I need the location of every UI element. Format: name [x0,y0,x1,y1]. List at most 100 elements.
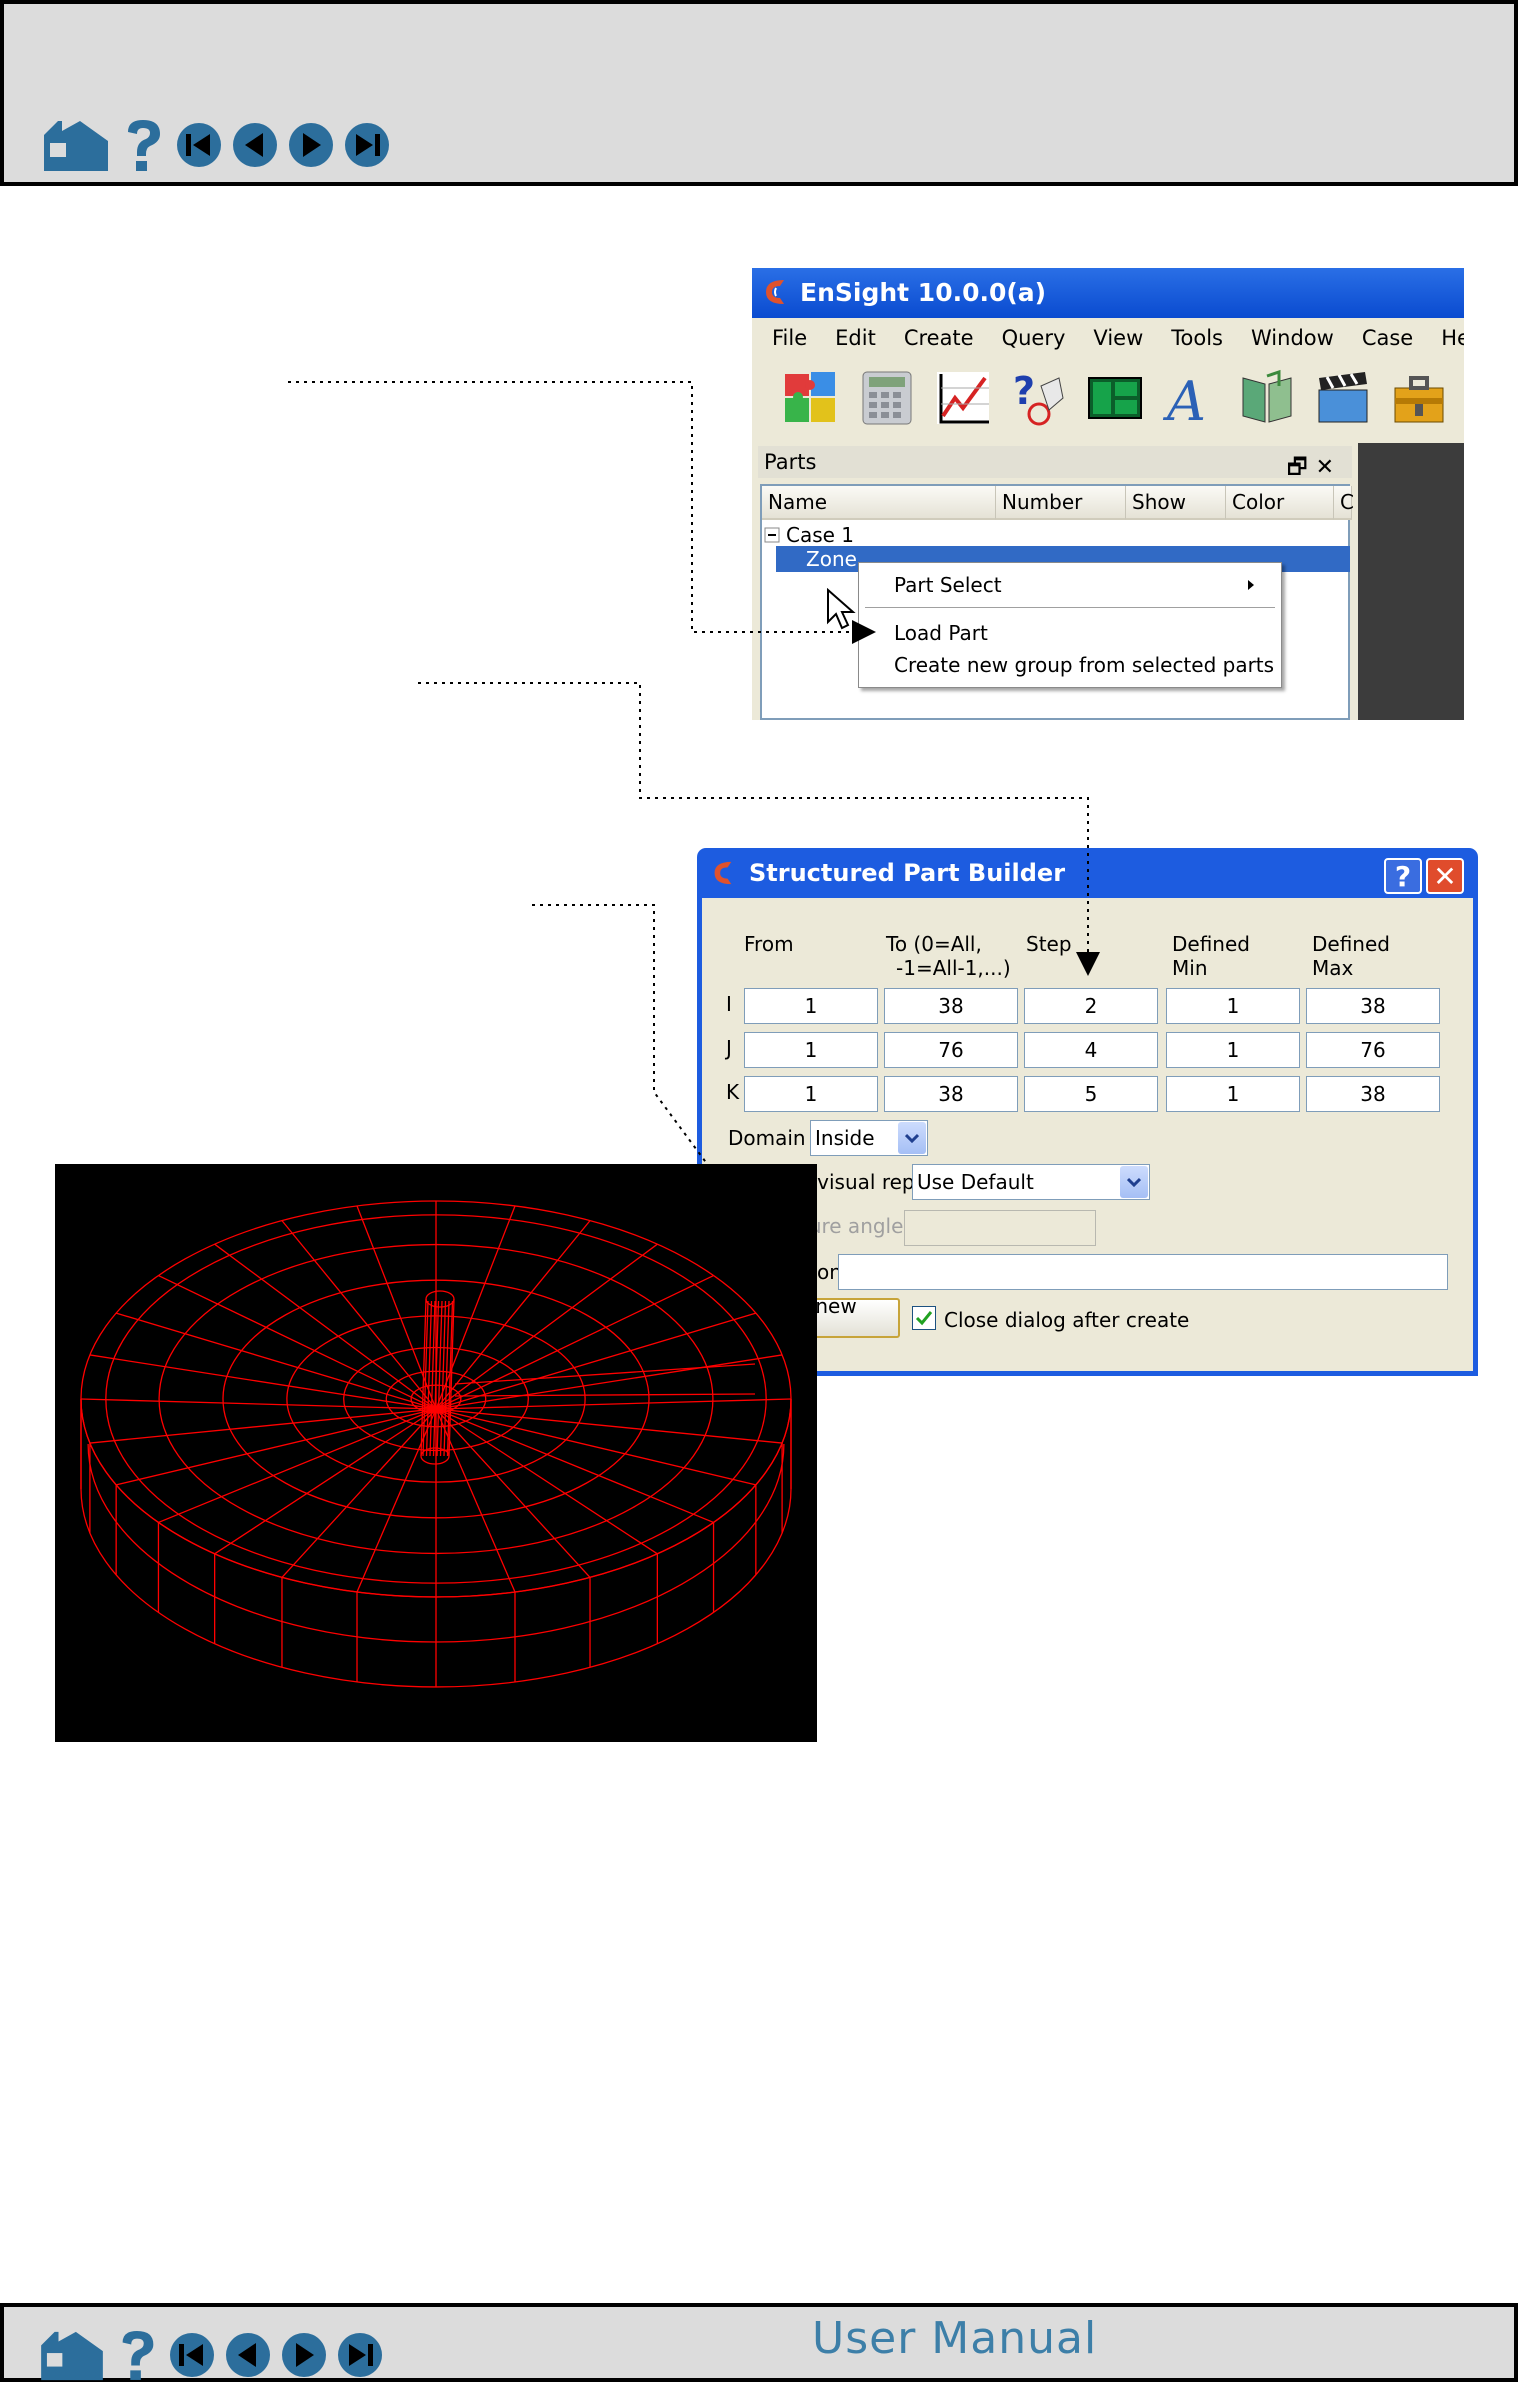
help-button[interactable]: ? [1384,858,1422,894]
i-max-field[interactable]: 38 [1306,988,1440,1024]
header-from: From [744,932,794,956]
i-step-field[interactable]: 2 [1024,988,1158,1024]
parts-panel-controls: 🗗✕ [1287,450,1342,488]
column-c[interactable]: C [1334,486,1354,520]
menu-item-part-select[interactable]: Part Select [894,573,1002,597]
bottom-nav-bar: User Manual [0,2303,1518,2382]
j-to-field[interactable]: 76 [884,1032,1018,1068]
menu-edit[interactable]: Edit [835,326,876,350]
graphics-viewport[interactable] [1358,443,1464,720]
column-number[interactable]: Number [996,486,1126,520]
k-min-field[interactable]: 1 [1166,1076,1300,1112]
book-icon[interactable] [1236,367,1298,429]
top-nav-bar [0,0,1518,186]
last-page-icon[interactable] [335,2330,385,2380]
header-min-line2: Min [1172,956,1208,980]
previous-page-icon[interactable] [223,2330,273,2380]
visual-rep-select[interactable]: Use Default [912,1164,1150,1200]
tree-case-row[interactable]: Case 1 [764,522,854,548]
close-button[interactable]: ✕ [1426,858,1464,894]
plot-icon[interactable] [932,367,994,429]
wireframe-model-image [55,1164,817,1742]
query-icon[interactable]: ? [1008,367,1070,429]
column-name[interactable]: Name [762,486,996,520]
column-number-label: Number [1002,490,1083,514]
k-from-field[interactable]: 1 [744,1076,878,1112]
clapper-icon[interactable] [1312,367,1374,429]
menu-case[interactable]: Case [1362,326,1413,350]
spb-title-bar: Structured Part Builder [709,858,1065,888]
first-page-icon[interactable] [174,120,224,170]
k-step-field[interactable]: 5 [1024,1076,1158,1112]
j-from-field[interactable]: 1 [744,1032,878,1068]
menu-window[interactable]: Window [1251,326,1334,350]
menu-view[interactable]: View [1093,326,1143,350]
i-min-field[interactable]: 1 [1166,988,1300,1024]
column-c-label: C [1340,490,1354,514]
undock-icon[interactable]: 🗗 [1287,455,1316,480]
home-icon[interactable] [37,2328,107,2382]
spb-body: From To (0=All, -1=All-1,...) Step Defin… [702,898,1473,1371]
k-to-field[interactable]: 38 [884,1076,1018,1112]
menu-item-load-part[interactable]: Load Part [894,621,988,645]
parts-panel-header: Parts 🗗✕ [758,446,1352,480]
parts-icon[interactable] [780,367,842,429]
next-page-icon[interactable] [279,2330,329,2380]
help-icon[interactable] [113,2327,161,2383]
viewports-icon[interactable] [1084,367,1146,429]
column-show-label: Show [1132,490,1186,514]
column-name-label: Name [768,490,828,514]
k-max-field[interactable]: 38 [1306,1076,1440,1112]
row-label-k: K [726,1080,740,1104]
collapse-icon[interactable] [764,527,780,543]
header-step: Step [1026,932,1072,956]
menu-tools[interactable]: Tools [1171,326,1223,350]
row-label-i: I [726,992,732,1016]
chevron-down-icon[interactable] [898,1122,926,1154]
i-from-field[interactable]: 1 [744,988,878,1024]
last-page-icon[interactable] [342,120,392,170]
close-icon[interactable]: ✕ [1316,455,1342,480]
svg-text:A: A [1162,370,1206,428]
first-page-icon[interactable] [167,2330,217,2380]
parts-panel-title: Parts [764,450,817,474]
column-color-label: Color [1232,490,1285,514]
menu-file[interactable]: File [772,326,807,350]
domain-select[interactable]: Inside [810,1120,928,1156]
context-menu: Part Select Load Part Create new group f… [858,562,1282,688]
domain-value: Inside [815,1126,875,1150]
top-nav-icons [40,116,392,174]
feature-angle-field [904,1210,1096,1246]
wireframe-disk [80,1200,792,1688]
column-color[interactable]: Color [1226,486,1334,520]
menu-query[interactable]: Query [1002,326,1066,350]
row-label-j: J [726,1036,732,1060]
close-dialog-label: Close dialog after create [944,1308,1190,1332]
ensight-logo-icon [714,861,732,885]
annotation-icon[interactable]: A [1160,367,1222,429]
j-step-field[interactable]: 4 [1024,1032,1158,1068]
chevron-down-icon[interactable] [1120,1166,1148,1198]
previous-page-icon[interactable] [230,120,280,170]
help-icon[interactable] [118,116,168,174]
menu-item-create-group[interactable]: Create new group from selected parts [894,653,1274,677]
menu-separator [865,607,1275,608]
column-show[interactable]: Show [1126,486,1226,520]
main-toolbar: ? A [752,358,1464,438]
header-max-line1: Defined [1312,932,1390,956]
close-dialog-checkbox[interactable] [912,1306,936,1330]
menu-create[interactable]: Create [904,326,974,350]
j-min-field[interactable]: 1 [1166,1032,1300,1068]
header-min-line1: Defined [1172,932,1250,956]
toolbox-icon[interactable] [1388,367,1450,429]
domain-label: Domain [728,1126,806,1150]
calculator-icon[interactable] [856,367,918,429]
menu-help[interactable]: Help [1441,326,1464,350]
mouse-cursor-icon [827,588,856,630]
home-icon[interactable] [40,117,112,173]
i-to-field[interactable]: 38 [884,988,1018,1024]
next-page-icon[interactable] [286,120,336,170]
spb-title: Structured Part Builder [749,859,1066,887]
description-field[interactable] [838,1254,1448,1290]
j-max-field[interactable]: 76 [1306,1032,1440,1068]
